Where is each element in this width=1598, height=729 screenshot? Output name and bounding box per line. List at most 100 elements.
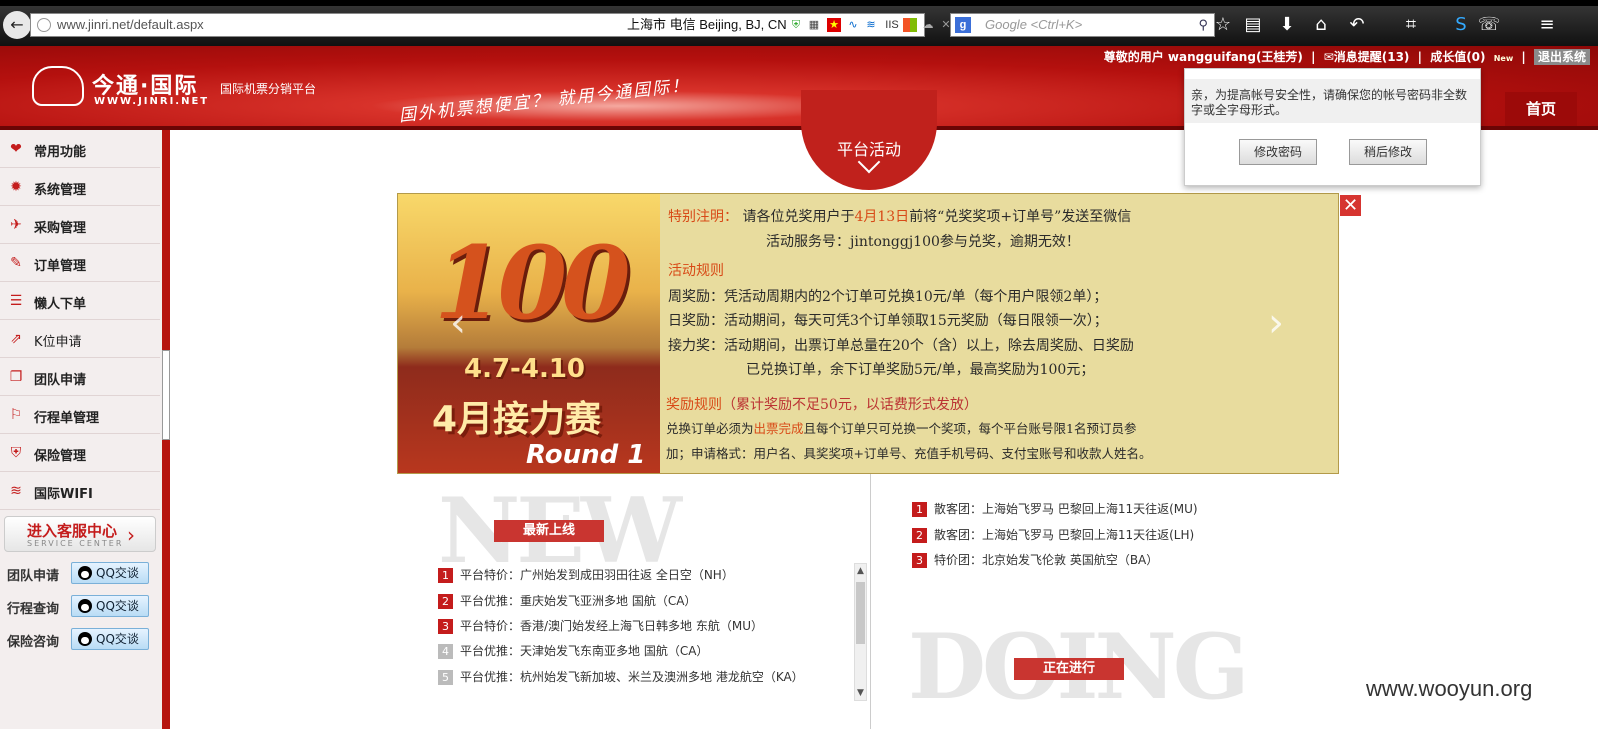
list-item[interactable]: 2 平台优推：重庆始发飞亚洲多地 国航（CA） (438, 592, 696, 612)
rule-relay-2: 已兑换订单，余下订单奖励5元/单，最高奖励为100元； (746, 362, 1095, 378)
service-center-label: 进入客服中心 (27, 522, 118, 540)
list-item[interactable]: 3 特价团：北京始发飞伦敦 英国航空（BA） (912, 551, 1158, 571)
sidebar-item-insurance[interactable]: ⛨ 保险管理 (0, 434, 160, 472)
download-icon[interactable]: ⬇ (1274, 13, 1300, 37)
chevron-right-icon[interactable]: › (1268, 300, 1284, 346)
messages-link[interactable]: ✉消息提醒(13) (1324, 50, 1410, 64)
home-icon[interactable]: ⌂ (1308, 13, 1334, 37)
qq-chat-button[interactable]: QQ交谈 (71, 628, 149, 650)
search-input[interactable]: g Google <Ctrl+K> ⚲ (950, 13, 1215, 37)
service-center-button[interactable]: 进入客服中心 SERVICE CENTER › (4, 516, 156, 552)
list-item[interactable]: 1 平台特价：广州始发到成田羽田往返 全日空（NH） (438, 566, 734, 586)
scroll-thumb[interactable] (856, 582, 865, 644)
sidebar-item-label: K位申请 (34, 335, 82, 350)
change-password-button[interactable]: 修改密码 (1239, 139, 1317, 165)
elephant-logo-icon[interactable] (32, 66, 84, 106)
banner-title: 4月接力赛 (432, 399, 602, 440)
sidebar-item-k-seat[interactable]: ⇗ K位申请 (0, 320, 160, 358)
splitter-handle[interactable] (162, 350, 170, 440)
reward-title: 奖励规则 (666, 397, 722, 413)
qr-icon[interactable]: ▦ (807, 18, 821, 32)
external-icon: ⇗ (10, 331, 22, 347)
banner-image[interactable]: 100 4.7-4.10 4月接力赛 Round 1 (398, 194, 660, 473)
feed-icon[interactable]: ☁ (921, 18, 935, 32)
qq-chat-button[interactable]: QQ交谈 (71, 562, 149, 584)
tab-strip (0, 0, 1598, 6)
signpost-icon: ⚐ (9, 407, 23, 423)
signal-icon[interactable]: ≋ (864, 18, 878, 32)
banner-round: Round 1 (526, 440, 646, 470)
list-icon: ☰ (9, 293, 23, 309)
growth-link[interactable]: 成长值(0) (1430, 50, 1485, 64)
list-item[interactable]: 2 散客团：上海始飞罗马 巴黎回上海11天往返(LH) (912, 526, 1194, 546)
note-text-c: 前将“兑奖奖项+订单号”发送至微信 (909, 209, 1132, 225)
gear-icon: ✹ (10, 179, 22, 195)
sync-icon[interactable]: S (1448, 13, 1474, 37)
sidebar-item-purchase[interactable]: ✈ 采购管理 (0, 206, 160, 244)
reward-note: （累计奖励不足50元，以话费形式发放） (722, 397, 978, 413)
qq-chat-button[interactable]: QQ交谈 (71, 595, 149, 617)
chevron-left-icon[interactable]: ‹ (450, 300, 466, 346)
scroll-down-icon[interactable]: ▼ (856, 687, 865, 699)
logo-url: WWW.JINRI.NET (94, 96, 210, 107)
search-icon[interactable]: ⚲ (1198, 14, 1208, 36)
site-watermark: www.wooyun.org (1366, 676, 1533, 701)
sidebar-item-orders[interactable]: ✎ 订单管理 (0, 244, 160, 282)
menu-icon[interactable]: ≡ (1534, 13, 1560, 37)
sidebar-item-team[interactable]: ❐ 团队申请 (0, 358, 160, 396)
shield-icon[interactable]: ⛨ (789, 18, 803, 32)
exchange-b: 出票完成 (753, 421, 804, 436)
sidebar-item-label: 采购管理 (34, 221, 87, 236)
sidebar-item-label: 常用功能 (34, 145, 87, 160)
list-item[interactable]: 5 平台优推：杭州始发飞新加坡、米兰及澳洲多地 港龙航空（KA） (438, 668, 804, 688)
popup-message: 亲，为提高帐号安全性，请确保您的帐号密码非全数字或全字母形式。 (1191, 88, 1468, 117)
banner-close-button[interactable]: ✕ (1339, 194, 1362, 217)
wifi-icon: ≋ (10, 483, 22, 499)
latest-scrollbar[interactable]: ▲ ▼ (854, 563, 867, 701)
ip-location: 上海市 电信 Beijing, BJ, CN (627, 17, 787, 32)
sidebar-item-label: 团队申请 (34, 373, 87, 388)
later-button[interactable]: 稍后修改 (1349, 139, 1427, 165)
bookmark-star-icon[interactable]: ☆ (1210, 13, 1236, 37)
sidebar-item-wifi[interactable]: ≋ 国际WIFI (0, 472, 160, 510)
logout-button[interactable]: 退出系统 (1533, 49, 1590, 65)
wave-icon[interactable]: ∿ (846, 18, 860, 32)
sidebar-item-label: 国际WIFI (34, 487, 93, 502)
activity-tab[interactable]: 平台活动 (801, 90, 937, 190)
china-flag-icon[interactable]: ★ (827, 18, 841, 32)
exchange-a: 兑换订单必须为 (666, 421, 754, 436)
sidebar-splitter[interactable] (162, 130, 170, 729)
sidebar-item-label: 订单管理 (34, 259, 87, 274)
rule-day-label: 日奖励： (668, 313, 724, 329)
chat-icon[interactable]: ☏ (1476, 13, 1502, 37)
sidebar-item-quick-order[interactable]: ☰ 懒人下单 (0, 282, 160, 320)
plane-icon: ✈ (10, 217, 22, 233)
browser-toolbar: ← www.jinri.net/default.aspx 上海市 电信 Beij… (0, 0, 1598, 46)
exchange-2: 加；申请格式：用户名、具奖奖项+订单号、充值手机号码、支付宝账号和收款人姓名。 (666, 446, 1152, 461)
address-bar[interactable]: www.jinri.net/default.aspx 上海市 电信 Beijin… (30, 13, 951, 37)
edit-icon: ✎ (10, 255, 22, 271)
iis-label[interactable]: IIS (880, 18, 904, 32)
qq-penguin-icon (78, 632, 92, 646)
logo-subtitle: 国际机票分销平台 (220, 82, 317, 96)
home-tab[interactable]: 首页 (1505, 92, 1577, 126)
qq-label: 团队申请 (7, 569, 60, 584)
windows-icon[interactable] (903, 18, 917, 32)
search-placeholder: Google <Ctrl+K> (985, 17, 1083, 32)
list-item[interactable]: 3 平台特价：香港/澳门始发经上海飞日韩多地 东航（MU） (438, 617, 763, 637)
rules-title: 活动规则 (668, 263, 724, 279)
list-item[interactable]: 4 平台优推：天津始发飞东南亚多地 国航（CA） (438, 642, 708, 662)
undo-icon[interactable]: ↶ (1344, 13, 1370, 37)
crop-icon[interactable]: ⌗ (1398, 13, 1424, 37)
bookmarks-list-icon[interactable]: ▤ (1240, 13, 1266, 37)
user-bar: 尊敬的用户 wangguifang(王桂芳) | ✉消息提醒(13) | 成长值… (1100, 48, 1590, 65)
service-center-en: SERVICE CENTER (27, 539, 124, 548)
sidebar-item-favorites[interactable]: ❤ 常用功能 (0, 130, 160, 168)
list-item[interactable]: 1 散客团：上海始飞罗马 巴黎回上海11天往返(MU) (912, 500, 1198, 520)
sidebar-item-system[interactable]: ✹ 系统管理 (0, 168, 160, 206)
back-button[interactable]: ← (3, 11, 31, 39)
note-deadline: 4月13日 (854, 209, 910, 225)
sidebar-item-itinerary[interactable]: ⚐ 行程单管理 (0, 396, 160, 434)
scroll-up-icon[interactable]: ▲ (856, 565, 865, 577)
note-label: 特别注明： (668, 209, 738, 225)
